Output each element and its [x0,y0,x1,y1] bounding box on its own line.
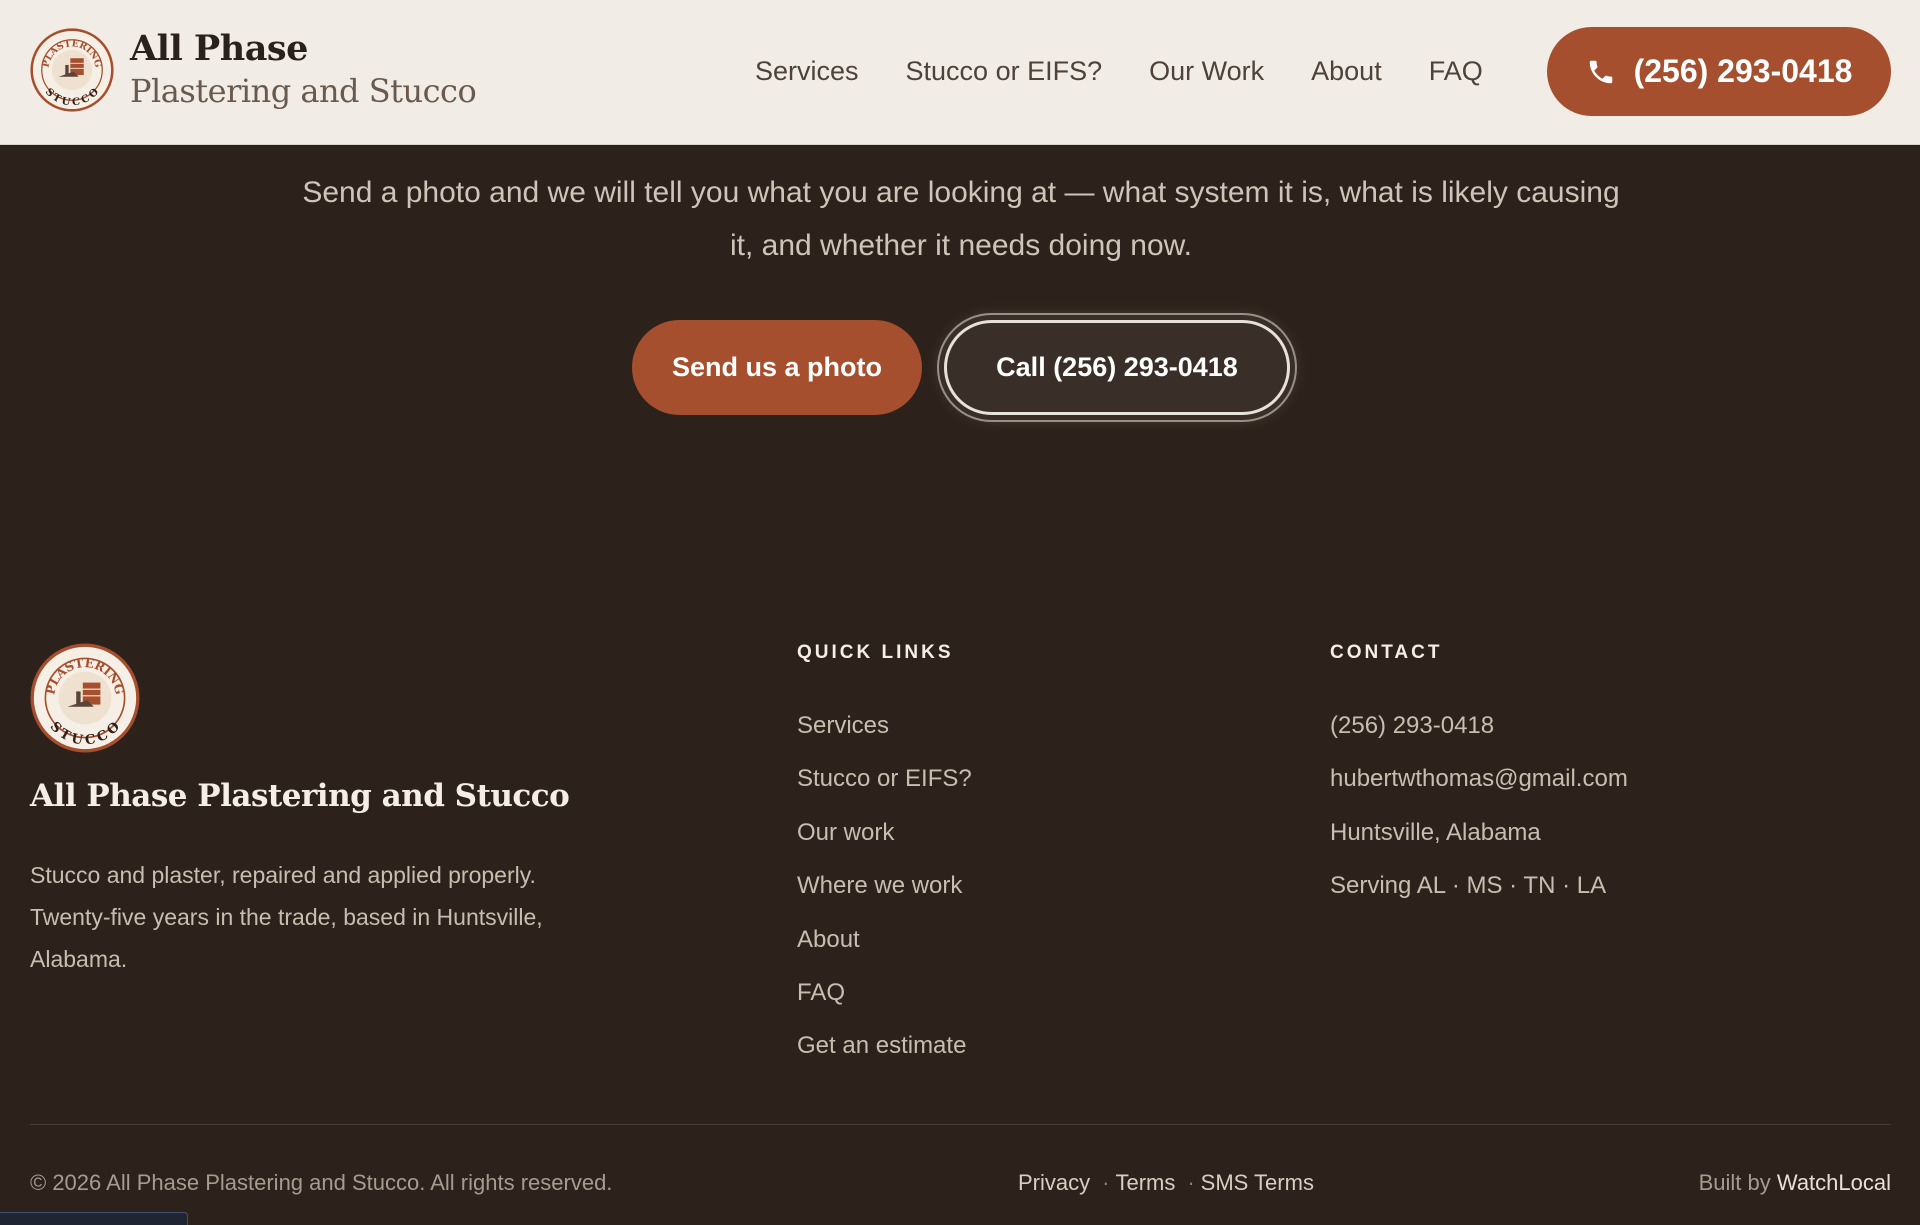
site-header: PLASTERING STUCCO All Phase Plastering a… [0,0,1920,145]
contact-heading: CONTACT [1330,642,1443,663]
copyright-notice: © 2026 All Phase Plastering and Stucco. … [30,1170,613,1195]
nav-services[interactable]: Services [755,50,859,92]
nav-our-work[interactable]: Our Work [1149,50,1264,92]
built-by-prefix: Built by [1698,1170,1771,1195]
send-photo-button[interactable]: Send us a photo [632,320,922,415]
footer-divider [30,1124,1891,1125]
built-by: Built by WatchLocal [1699,1170,1891,1196]
watchlocal-link[interactable]: WatchLocal [1777,1170,1891,1195]
contact-list: (256) 293-0418 hubertwthomas@gmail.com H… [1330,699,1628,913]
nav-about[interactable]: About [1311,50,1382,92]
contact-email-link[interactable]: hubertwthomas@gmail.com [1330,752,1628,805]
header-call-button[interactable]: (256) 293-0418 [1547,27,1891,116]
footer-link-services[interactable]: Services [797,699,972,752]
privacy-link[interactable]: Privacy [1018,1170,1090,1196]
footer-link-where-we-work[interactable]: Where we work [797,859,972,912]
brand-home-link[interactable]: PLASTERING STUCCO All Phase Plastering a… [30,28,477,112]
brand-name: All Phase [130,28,308,69]
company-logo-icon: PLASTERING STUCCO [30,28,114,112]
legal-links: Privacy · Terms · SMS Terms [1018,1170,1314,1196]
legal-separator: · [1187,1170,1195,1195]
sms-terms-link[interactable]: SMS Terms [1201,1170,1314,1196]
contact-location: Huntsville, Alabama [1330,818,1541,846]
nav-faq[interactable]: FAQ [1429,50,1483,92]
contact-phone-link[interactable]: (256) 293-0418 [1330,699,1628,752]
quick-links-heading: QUICK LINKS [797,642,954,663]
footer-description: Stucco and plaster, repaired and applied… [30,862,543,972]
footer-company-name: All Phase Plastering and Stucco [30,778,570,814]
cta-description: Send a photo and we will tell you what y… [302,176,1620,262]
main-nav: Services Stucco or EIFS? Our Work About … [755,50,1530,92]
phone-icon [1589,60,1612,83]
header-phone-number: (256) 293-0418 [1633,53,1853,89]
footer-link-about[interactable]: About [797,913,972,966]
contact-service-area: Serving AL · MS · TN · LA [1330,872,1607,900]
footer-link-our-work[interactable]: Our work [797,806,972,859]
call-button[interactable]: Call (256) 293-0418 [944,320,1290,415]
footer-link-stucco-or-eifs[interactable]: Stucco or EIFS? [797,752,972,805]
footer-link-get-estimate[interactable]: Get an estimate [797,1019,972,1072]
brand-tagline: Plastering and Stucco [130,72,477,110]
legal-separator: · [1102,1170,1110,1195]
status-tooltip [0,1212,188,1225]
footer-logo-icon: PLASTERING STUCCO [30,643,140,753]
footer-link-faq[interactable]: FAQ [797,966,972,1019]
nav-stucco-or-eifs[interactable]: Stucco or EIFS? [906,50,1103,92]
quick-links-list: Services Stucco or EIFS? Our work Where … [797,699,972,1073]
terms-link[interactable]: Terms [1115,1170,1175,1196]
